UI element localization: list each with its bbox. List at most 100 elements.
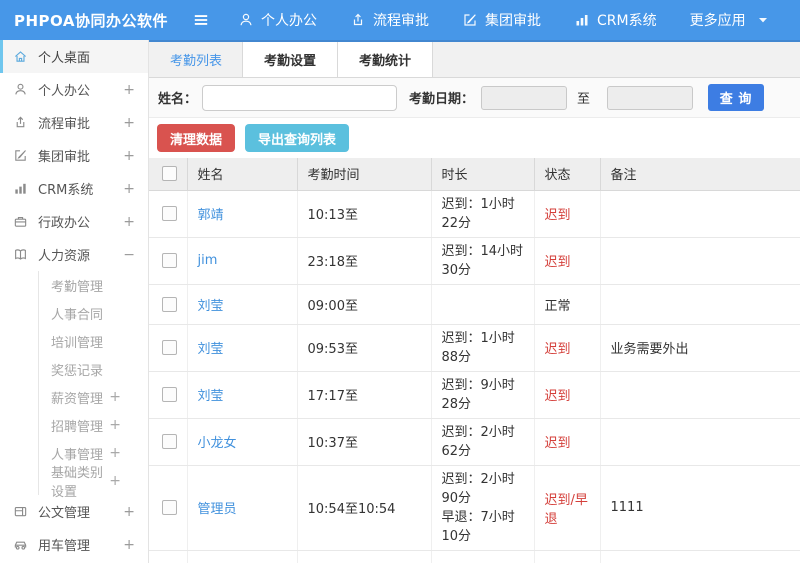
hamburger-icon[interactable] <box>192 11 210 29</box>
tab[interactable]: 考勤列表 <box>149 42 243 77</box>
employee-name-link[interactable]: jim <box>198 253 218 268</box>
sidebar-subitem[interactable]: 奖惩记录 <box>39 355 148 383</box>
expand-icon[interactable]: + <box>109 473 121 489</box>
header-nav-item[interactable]: 更多应用 <box>690 10 771 30</box>
chart-icon <box>574 12 590 28</box>
export-list-button[interactable]: 导出查询列表 <box>245 124 350 152</box>
date-to-input[interactable] <box>607 85 694 110</box>
expand-icon[interactable]: + <box>109 445 121 461</box>
note-cell <box>600 237 800 285</box>
top-header: PHPOA协同办公软件 个人办公 流程审批 集团审批 CRM系统 更多应用 <box>0 0 800 40</box>
employee-name-link[interactable]: 刘莹 <box>198 299 224 314</box>
row-checkbox[interactable] <box>162 206 177 221</box>
sidebar-subitem-label: 培训管理 <box>51 335 104 351</box>
note-cell <box>600 284 800 325</box>
name-cell: jim <box>187 237 298 285</box>
sidebar-item[interactable]: 集团审批 + <box>0 139 148 172</box>
sidebar-item[interactable]: CRM系统 + <box>0 172 148 205</box>
sidebar-item[interactable]: 行政办公 + <box>0 205 148 238</box>
expand-icon[interactable]: + <box>123 504 135 520</box>
header-nav-item[interactable]: 个人办公 <box>238 10 317 30</box>
row-checkbox-cell <box>149 418 188 466</box>
query-button[interactable]: 查 询 <box>708 84 765 111</box>
row-checkbox[interactable] <box>162 253 177 268</box>
sidebar-subitem[interactable]: 人事合同 <box>39 299 148 327</box>
duration-cell <box>431 284 535 325</box>
table-row: 管理员 10:54至10:54 迟到：2小时90分 早退：7小时10分 迟到/早退 111… <box>149 465 800 551</box>
status-cell: 迟到 <box>534 550 601 563</box>
header-nav: 个人办公 流程审批 集团审批 CRM系统 更多应用 <box>238 10 771 30</box>
employee-name-link[interactable]: 郭靖 <box>198 208 224 223</box>
expand-icon[interactable]: + <box>123 148 135 164</box>
app-window: PHPOA协同办公软件 个人办公 流程审批 集团审批 CRM系统 更多应用 个人桌面 个人… <box>0 0 800 563</box>
name-filter-input[interactable] <box>202 84 398 111</box>
duration-line: 迟到：14小时30分 <box>441 243 524 278</box>
time-cell: 10:54至10:54 <box>297 465 432 551</box>
header-nav-item[interactable]: 集团审批 <box>462 10 541 30</box>
employee-name-link[interactable]: 小龙女 <box>198 436 237 451</box>
time-cell: 10:13至 <box>297 190 432 238</box>
note-cell <box>600 190 800 238</box>
row-checkbox[interactable] <box>162 434 177 449</box>
tab[interactable]: 考勤设置 <box>242 42 339 77</box>
sidebar-subitem[interactable]: 基础类别设置 + <box>39 466 148 500</box>
sidebar-item[interactable]: 人力资源 − <box>0 238 148 271</box>
expand-icon[interactable]: + <box>123 214 135 230</box>
user-icon <box>238 12 254 28</box>
table-body: 郭靖 10:13至 迟到：1小时22分 迟到 jim 23:18至 迟到：14小时30分 迟到… <box>149 190 800 563</box>
sidebar-subitem[interactable]: 培训管理 <box>39 327 148 355</box>
header-nav-item[interactable]: 流程审批 <box>350 10 429 30</box>
tab[interactable]: 考勤统计 <box>337 42 434 77</box>
main-content: 考勤列表 考勤设置 考勤统计 姓名： 考勤日期： 至 查 询 清理数据 导出查询列表… <box>149 40 800 563</box>
column-header: 姓名 <box>187 158 298 191</box>
duration-cell: 迟到：1小时88分 <box>431 324 535 372</box>
expand-icon[interactable]: + <box>123 537 135 553</box>
sidebar-item[interactable]: 流程审批 + <box>0 106 148 139</box>
note-cell <box>600 550 800 563</box>
expand-icon[interactable]: + <box>109 417 121 433</box>
employee-name-link[interactable]: 刘莹 <box>198 342 224 357</box>
edit-icon <box>13 148 28 163</box>
date-from-input[interactable] <box>481 85 568 110</box>
clean-data-button[interactable]: 清理数据 <box>157 124 236 152</box>
duration-line: 迟到：2小时62分 <box>441 424 515 459</box>
duration-line: 迟到：1小时22分 <box>441 196 515 231</box>
expand-icon[interactable]: + <box>123 181 135 197</box>
sidebar-subitem[interactable]: 薪资管理 + <box>39 383 148 411</box>
employee-name-link[interactable]: 刘莹 <box>198 389 224 404</box>
name-cell: 刘莹 <box>187 284 298 325</box>
collapse-icon[interactable]: − <box>123 247 135 263</box>
duration-line: 迟到：1小时88分 <box>441 330 515 365</box>
header-nav-label: 更多应用 <box>689 13 746 29</box>
sidebar-item[interactable]: 个人办公 + <box>0 73 148 106</box>
sidebar-item[interactable]: 个人桌面 <box>0 40 148 73</box>
sidebar-subitem[interactable]: 招聘管理 + <box>39 411 148 439</box>
duration-cell: 迟到：9小时28分 <box>431 371 535 419</box>
status-cell: 迟到 <box>534 190 601 238</box>
employee-name-link[interactable]: 管理员 <box>198 502 237 517</box>
expand-icon[interactable]: + <box>123 82 135 98</box>
table-row: 王壹辉08:56至迟到：56分迟到 <box>149 550 800 563</box>
expand-icon[interactable]: + <box>109 389 121 405</box>
briefcase-icon <box>13 214 28 229</box>
row-checkbox[interactable] <box>162 296 177 312</box>
row-checkbox-cell <box>149 371 188 419</box>
row-checkbox[interactable] <box>162 387 177 402</box>
sidebar-item-label: 行政办公 <box>38 216 91 231</box>
duration-cell: 迟到：1小时22分 <box>431 190 535 238</box>
header-nav-item[interactable]: CRM系统 <box>574 10 657 30</box>
duration-cell: 迟到：56分 <box>431 550 535 563</box>
caret-icon <box>755 12 771 28</box>
status-cell: 迟到 <box>534 237 601 285</box>
sidebar-subitem[interactable]: 考勤管理 <box>39 271 148 299</box>
row-checkbox[interactable] <box>162 340 177 355</box>
sidebar-item[interactable]: 用车管理 + <box>0 528 148 561</box>
row-checkbox-cell <box>149 465 188 551</box>
time-cell: 09:00至 <box>297 284 432 325</box>
select-all-checkbox[interactable] <box>162 166 177 182</box>
row-checkbox-cell <box>149 190 188 238</box>
row-checkbox[interactable] <box>162 500 177 515</box>
expand-icon[interactable]: + <box>123 115 135 131</box>
sidebar-item-label: 公文管理 <box>38 506 91 521</box>
status-cell: 迟到 <box>534 324 601 372</box>
